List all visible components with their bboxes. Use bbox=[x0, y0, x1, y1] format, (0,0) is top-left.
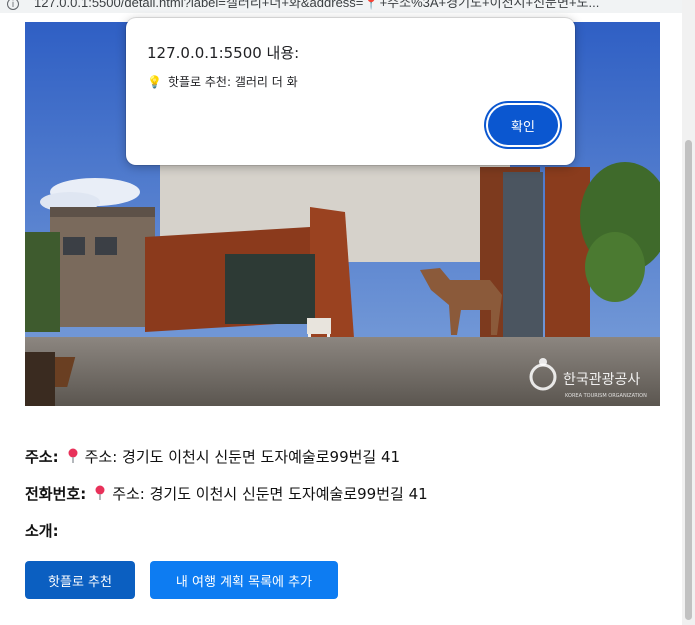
phone-label: 전화번호: bbox=[25, 485, 87, 503]
url-text: 127.0.0.1:5500/detail.html?label=갤러리+더+화… bbox=[34, 0, 600, 10]
info-icon[interactable]: i bbox=[7, 0, 19, 10]
add-to-travel-plan-button[interactable]: 내 여행 계획 목록에 추가 bbox=[150, 561, 338, 599]
dialog-title: 127.0.0.1:5500 내용: bbox=[147, 44, 300, 62]
address-value: 주소: 경기도 이천시 신둔면 도자예술로99번길 41 bbox=[84, 448, 401, 466]
address-label: 주소: bbox=[25, 448, 59, 466]
dialog-ok-button[interactable]: 확인 bbox=[488, 105, 558, 145]
dialog-message: 핫플로 추천: 갤러리 더 화 bbox=[167, 75, 298, 89]
phone-value: 주소: 경기도 이천시 신둔면 도자예술로99번길 41 bbox=[112, 485, 428, 503]
intro-label: 소개: bbox=[25, 522, 59, 540]
watermark-text: 한국관광공사 bbox=[563, 372, 640, 388]
pushpin-icon bbox=[67, 448, 79, 469]
page-scrollbar[interactable] bbox=[682, 0, 695, 625]
recommend-hotplace-button[interactable]: 핫플로 추천 bbox=[25, 561, 135, 599]
intro-row: 소개: bbox=[25, 521, 59, 541]
scrollbar-thumb[interactable] bbox=[685, 140, 692, 620]
address-bar[interactable]: i 127.0.0.1:5500/detail.html?label=갤러리+더… bbox=[0, 0, 695, 13]
pushpin-icon bbox=[94, 485, 106, 506]
phone-row: 전화번호: 주소: 경기도 이천시 신둔면 도자예술로99번길 41 bbox=[25, 484, 428, 506]
watermark-subtext: KOREA TOURISM ORGANIZATION bbox=[565, 393, 647, 399]
address-row: 주소: 주소: 경기도 이천시 신둔면 도자예술로99번길 41 bbox=[25, 447, 400, 469]
alert-dialog: 127.0.0.1:5500 내용: 💡 핫플로 추천: 갤러리 더 화 확인 bbox=[126, 18, 575, 165]
light-bulb-icon: 💡 bbox=[147, 75, 162, 89]
dialog-message-row: 💡 핫플로 추천: 갤러리 더 화 bbox=[147, 73, 298, 90]
